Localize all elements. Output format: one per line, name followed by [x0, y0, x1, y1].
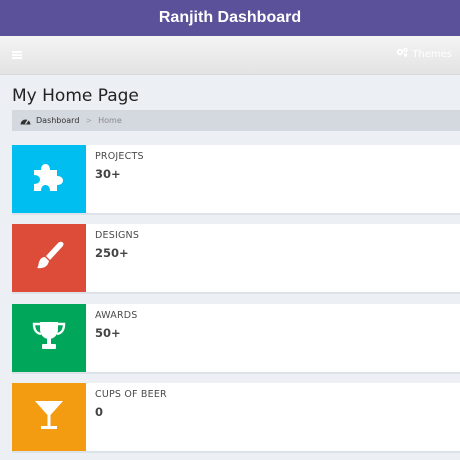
- themes-label: Themes: [412, 49, 452, 60]
- top-navbar: Themes: [0, 36, 460, 75]
- awards-tile: [12, 304, 86, 372]
- puzzle-icon: [31, 161, 67, 197]
- page-bottom: [0, 453, 460, 460]
- cups-of-beer-tile: [12, 383, 86, 451]
- breadcrumb: Dashboard > Home: [12, 110, 460, 131]
- breadcrumb-current: Home: [98, 116, 122, 125]
- page-title: My Home Page: [12, 86, 139, 106]
- projects-tile: [12, 145, 86, 213]
- hamburger-icon[interactable]: [12, 51, 22, 59]
- stat-label: CUPS OF BEER: [95, 389, 167, 400]
- stat-count: 30+: [95, 167, 121, 181]
- stat-card-awards: AWARDS 50+: [12, 304, 460, 374]
- trophy-icon: [30, 319, 68, 357]
- stat-label: AWARDS: [95, 310, 138, 321]
- stat-card-cups-of-beer: CUPS OF BEER 0: [12, 383, 460, 453]
- stat-label: PROJECTS: [95, 151, 144, 162]
- gears-icon: [396, 47, 409, 63]
- paintbrush-icon: [31, 238, 67, 278]
- app-title: Ranjith Dashboard: [0, 0, 460, 36]
- stat-count: 250+: [95, 246, 129, 260]
- stat-card-designs: DESIGNS 250+: [12, 224, 460, 294]
- themes-button[interactable]: Themes: [396, 47, 452, 63]
- cocktail-icon: [31, 397, 67, 437]
- dashboard-icon: [20, 116, 31, 125]
- stat-label: DESIGNS: [95, 230, 140, 241]
- stat-card-projects: PROJECTS 30+: [12, 145, 460, 215]
- breadcrumb-separator: >: [85, 116, 93, 125]
- breadcrumb-dashboard-link[interactable]: Dashboard: [36, 110, 79, 131]
- stat-count: 0: [95, 405, 104, 419]
- stat-count: 50+: [95, 326, 121, 340]
- designs-tile: [12, 224, 86, 292]
